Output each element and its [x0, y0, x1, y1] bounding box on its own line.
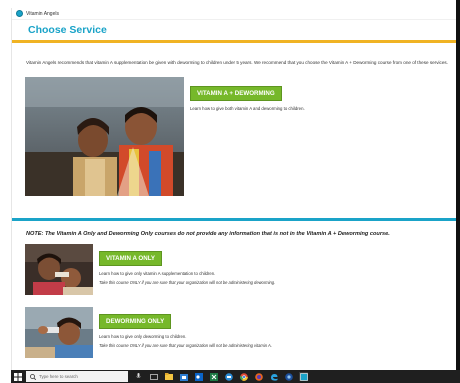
course-details-2: VITAMIN A ONLY Learn how to give only vi… — [99, 244, 275, 295]
search-icon — [30, 373, 36, 380]
media-player-icon[interactable] — [284, 372, 293, 381]
page-title: Choose Service — [28, 24, 107, 36]
section-divider — [12, 218, 456, 221]
window-title: Vitamin Angels — [26, 10, 59, 17]
intro-text: Vitamin Angels recommends that vitamin A… — [26, 60, 448, 65]
windows-start-icon[interactable] — [11, 370, 24, 383]
file-explorer-icon[interactable] — [164, 372, 173, 381]
app-window: Vitamin Angels Choose Service Vitamin An… — [11, 8, 456, 370]
course-details-1: VITAMIN A + DEWORMING Learn how to give … — [190, 77, 305, 196]
microphone-icon[interactable] — [134, 372, 143, 381]
children-photo — [25, 77, 184, 196]
vitamin-a-deworming-button[interactable]: VITAMIN A + DEWORMING — [190, 86, 282, 101]
course-vitamin-a-only: VITAMIN A ONLY Learn how to give only vi… — [25, 244, 275, 295]
app-logo-icon — [16, 10, 23, 17]
course-deworming-only: DEWORMING ONLY Learn how to give only de… — [25, 307, 272, 358]
course-description-3: Learn how to give only deworming to chil… — [99, 334, 187, 339]
search-placeholder: Type here to search — [39, 374, 78, 379]
chat-icon[interactable] — [224, 372, 233, 381]
excel-icon[interactable] — [209, 372, 218, 381]
screen-right-edge — [456, 0, 460, 370]
screen-left-edge — [0, 0, 11, 370]
course-note-3: Take this course ONLY if you are sure th… — [99, 343, 272, 348]
course-description-1: Learn how to give both vitamin A and dew… — [190, 106, 305, 111]
vitamin-a-photo-image — [25, 244, 93, 295]
titlebar: Vitamin Angels — [12, 8, 456, 20]
firefox-icon[interactable] — [254, 372, 263, 381]
active-app-icon[interactable] — [299, 372, 308, 381]
deworming-photo — [25, 307, 93, 358]
deworming-photo-image — [25, 307, 93, 358]
course-description-2: Learn how to give only vitamin A supplem… — [99, 271, 216, 276]
taskbar: Type here to search — [11, 370, 460, 383]
chrome-icon[interactable] — [239, 372, 248, 381]
course-details-3: DEWORMING ONLY Learn how to give only de… — [99, 307, 272, 358]
deworming-only-button[interactable]: DEWORMING ONLY — [99, 314, 172, 329]
vitamin-a-only-button[interactable]: VITAMIN A ONLY — [99, 251, 163, 266]
task-view-icon[interactable] — [149, 372, 158, 381]
course-vitamin-a-deworming: VITAMIN A + DEWORMING Learn how to give … — [25, 77, 305, 196]
edge-icon[interactable] — [269, 372, 278, 381]
courses-note: NOTE: The Vitamin A Only and Deworming O… — [26, 231, 390, 237]
store-icon[interactable] — [179, 372, 188, 381]
page-header: Choose Service — [12, 20, 456, 43]
course-note-2: Take this course ONLY if you are sure th… — [99, 280, 276, 285]
taskbar-search-box[interactable]: Type here to search — [26, 371, 128, 382]
children-photo-image — [25, 77, 184, 196]
outlook-icon[interactable] — [194, 372, 203, 381]
vitamin-a-photo — [25, 244, 93, 295]
screen: Vitamin Angels Choose Service Vitamin An… — [0, 0, 460, 383]
